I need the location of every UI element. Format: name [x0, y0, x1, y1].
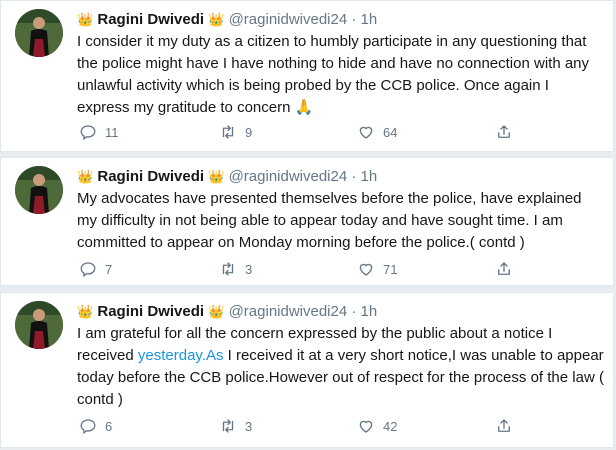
heart-icon — [359, 263, 373, 276]
retweet-button[interactable]: 3 — [219, 260, 252, 278]
tweet-text: I am grateful for all the concern expres… — [77, 323, 605, 411]
avatar[interactable] — [15, 166, 63, 214]
avatar-photo — [15, 166, 63, 214]
avatar-photo — [15, 301, 63, 349]
tweet-text: I consider it my duty as a citizen to hu… — [77, 31, 605, 119]
retweet-count: 3 — [245, 418, 253, 434]
share-icon — [498, 125, 510, 138]
reply-count: 11 — [105, 124, 119, 140]
tweet-text: My advocates have presented themselves b… — [77, 188, 605, 254]
tweet[interactable]: 👑 Ragini Dwivedi 👑 @raginidwivedi24 · 1h… — [0, 0, 614, 152]
like-count: 64 — [383, 124, 398, 140]
share-button[interactable] — [495, 417, 513, 435]
reply-button[interactable]: 11 — [79, 123, 119, 141]
reply-count: 6 — [105, 418, 113, 434]
like-count: 71 — [383, 261, 398, 277]
share-button[interactable] — [495, 123, 513, 141]
reply-button[interactable]: 6 — [79, 417, 112, 435]
like-button[interactable]: 64 — [357, 123, 397, 141]
author-name[interactable]: Ragini Dwivedi — [97, 303, 204, 320]
retweet-icon — [222, 419, 234, 433]
retweet-count: 9 — [245, 124, 253, 140]
avatar-photo — [15, 9, 63, 57]
hashtag-link[interactable]: yesterday.As — [138, 347, 224, 364]
crown-icon: 👑 — [208, 12, 225, 27]
tweet-header: 👑 Ragini Dwivedi 👑 @raginidwivedi24 · 1h — [77, 166, 377, 188]
reply-icon — [80, 262, 96, 278]
tweet-header: 👑 Ragini Dwivedi 👑 @raginidwivedi24 · 1h — [77, 301, 377, 323]
avatar[interactable] — [15, 9, 63, 57]
heart-icon — [359, 126, 373, 139]
crown-icon: 👑 — [77, 169, 94, 184]
reply-button[interactable]: 7 — [79, 260, 112, 278]
author-handle[interactable]: @raginidwivedi24 — [229, 11, 348, 28]
avatar[interactable] — [15, 301, 63, 349]
crown-icon: 👑 — [208, 304, 225, 319]
tweet[interactable]: 👑 Ragini Dwivedi 👑 @raginidwivedi24 · 1h… — [0, 157, 614, 286]
tweet-text-part: I consider it my duty as a citizen to hu… — [77, 33, 590, 116]
like-button[interactable]: 71 — [357, 260, 397, 278]
author-handle[interactable]: @raginidwivedi24 — [229, 303, 348, 320]
heart-icon — [359, 420, 373, 433]
tweet-text-part: My advocates have presented themselves b… — [77, 190, 582, 251]
reply-icon — [80, 419, 96, 435]
like-button[interactable]: 42 — [357, 417, 397, 435]
tweet-time[interactable]: · 1h — [351, 168, 377, 185]
retweet-button[interactable]: 9 — [219, 123, 252, 141]
crown-icon: 👑 — [208, 169, 225, 184]
author-name[interactable]: Ragini Dwivedi — [97, 168, 204, 185]
tweet-time[interactable]: · 1h — [351, 11, 377, 28]
share-icon — [498, 262, 510, 275]
author-name[interactable]: Ragini Dwivedi — [97, 11, 204, 28]
share-icon — [498, 419, 510, 432]
tweet[interactable]: 👑 Ragini Dwivedi 👑 @raginidwivedi24 · 1h… — [0, 292, 614, 448]
crown-icon: 👑 — [77, 304, 94, 319]
retweet-count: 3 — [245, 261, 253, 277]
author-handle[interactable]: @raginidwivedi24 — [229, 168, 348, 185]
share-button[interactable] — [495, 260, 513, 278]
crown-icon: 👑 — [77, 12, 94, 27]
reply-count: 7 — [105, 261, 113, 277]
retweet-icon — [222, 125, 234, 139]
reply-icon — [80, 125, 96, 141]
retweet-icon — [222, 262, 234, 276]
tweet-time[interactable]: · 1h — [351, 303, 377, 320]
tweet-header: 👑 Ragini Dwivedi 👑 @raginidwivedi24 · 1h — [77, 9, 377, 31]
like-count: 42 — [383, 418, 398, 434]
retweet-button[interactable]: 3 — [219, 417, 252, 435]
